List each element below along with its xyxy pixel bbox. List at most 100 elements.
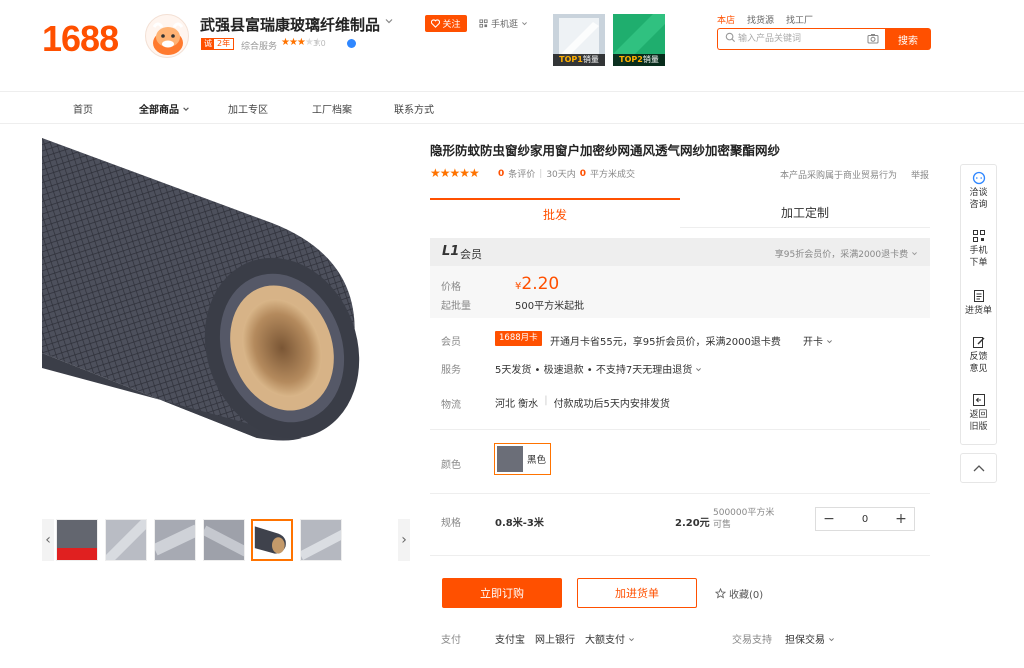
search-box [717,28,885,50]
qrcode-icon [972,230,985,242]
price-value: ¥2.20 [515,274,560,294]
shop-nav: 首页 全部商品 加工专区 工厂档案 联系方式 [0,91,1024,124]
qrcode-icon [479,19,488,28]
chevron-down-icon [183,107,190,111]
search-tab-factory[interactable]: 找工厂 [786,13,813,26]
chevron-down-icon [829,638,835,642]
search-icon [725,32,736,43]
thumb-prev-arrow[interactable]: ‹ [42,519,54,561]
sold-count: 0 [579,168,587,179]
thumbnail-5[interactable] [251,519,293,561]
sidebar-mobile-order[interactable]: 手机 下单 [961,229,996,269]
thumbnail-1[interactable] [56,519,98,561]
chevron-down-icon [522,22,527,26]
nav-contact[interactable]: 联系方式 [394,101,434,116]
nav-factory-profile[interactable]: 工厂档案 [312,101,352,116]
rating-value: 3.0 [313,39,326,48]
shop-avatar[interactable] [145,14,189,58]
sidebar-consult[interactable]: 洽谈 咨询 [961,171,996,211]
top-product-2[interactable]: TOP2销量 [613,14,665,66]
tab-custom-processing[interactable]: 加工定制 [680,198,930,228]
chevron-down-icon [629,638,635,642]
add-to-cart-button[interactable]: 加进货单 [577,578,697,608]
logistics-divider: | [544,395,548,406]
back-to-top-button[interactable] [960,453,997,483]
logistics-label: 物流 [441,400,461,411]
decrement-button[interactable]: − [816,511,842,527]
member-price-bar: L1 会员 享95折会员价，采满2000退卡费 [430,238,930,266]
thumbnail-image [301,520,341,560]
color-option-black[interactable]: 黑色 [494,443,551,475]
favorite-label: 收藏(0) [729,590,764,601]
search-button[interactable]: 搜索 [885,28,931,50]
shop-year-badge: 诚 2年 [201,38,235,50]
favorite-button[interactable]: 收藏(0) [715,586,763,601]
thumbnail-4[interactable] [203,519,245,561]
chevron-up-icon [973,465,984,472]
pay-large-amount-label: 大额支付 [585,635,625,646]
tab-wholesale[interactable]: 批发 [430,198,680,228]
search-tab-source[interactable]: 找货源 [747,13,774,26]
nav-all-products-label: 全部商品 [139,105,179,116]
quantity-stepper: − 0 + [815,507,915,531]
top-product-1[interactable]: TOP1销量 [553,14,605,66]
pay-large-amount[interactable]: 大额支付 [585,631,635,646]
spec-price: 2.20元 [675,518,710,529]
thumbnail-6[interactable] [300,519,342,561]
search-tab-shop[interactable]: 本店 [717,13,735,26]
trade-support-value[interactable]: 担保交易 [785,631,835,646]
moq-label: 起批量 [441,301,471,312]
open-card-button[interactable]: 开卡 [803,333,833,348]
purchase-note: 本产品采购属于商业贸易行为 [780,171,898,181]
period-label: 30天内 [546,170,576,180]
sidebar-feedback[interactable]: 反馈 意见 [961,335,996,375]
thumb-next-arrow[interactable]: › [398,519,410,561]
pay-alipay: 支付宝 [495,635,525,646]
member-offer-text: 开通月卡省55元，享95折会员价，采满2000退卡费 [550,337,781,348]
trade-support-label: 交易支持 [732,635,772,646]
sidebar-old-version[interactable]: 返回 旧版 [961,393,996,433]
nav-all-products[interactable]: 全部商品 [139,101,190,116]
logistics-origin: 河北 衡水 [495,399,539,410]
main-product-image[interactable] [42,138,412,508]
sold-label: 平方米成交 [590,170,636,180]
search-input[interactable] [738,31,868,47]
sidebar-old-version-label: 返回 旧版 [969,410,988,432]
member-discount-note[interactable]: 享95折会员价，采满2000退卡费 [775,247,918,260]
product-stats: 0 条评价 | 30天内 0 平方米成交 [498,167,636,181]
logistics-note: 付款成功后5天内安排发货 [553,399,670,410]
thumbnail-image [253,521,291,559]
divider [430,493,930,494]
shop-name[interactable]: 武强县富瑞康玻璃纤维制品 [200,14,380,35]
chevron-down-icon[interactable] [384,16,394,29]
stock-info: 500000平方米 可售 [713,507,774,531]
phone-shop-link[interactable]: 手机逛 [479,17,528,30]
trade-support-text: 担保交易 [785,635,825,646]
nav-processing[interactable]: 加工专区 [228,101,268,116]
chevron-down-icon [827,340,833,344]
thumbnail-2[interactable] [105,519,147,561]
monthly-card-badge: 1688月卡 [495,331,542,346]
divider [430,555,930,556]
color-swatch [497,446,523,472]
stats-divider: | [539,168,543,179]
star-outline-icon [715,588,726,599]
top-product-1-caption: TOP1销量 [553,54,605,66]
review-label[interactable]: 条评价 [508,167,535,180]
service-info[interactable]: 5天发货 • 极速退款 • 不支持7天无理由退货 [495,361,702,376]
year-badge-icon: 诚 [202,39,214,49]
site-logo[interactable]: 1688 [42,18,119,60]
thumbnail-3[interactable] [154,519,196,561]
report-link[interactable]: 举报 [911,168,929,181]
camera-icon[interactable] [867,33,879,44]
buy-now-button[interactable]: 立即订购 [442,578,562,608]
service-label: 服务 [441,365,461,376]
sidebar-cart[interactable]: 进货单 [961,289,996,317]
list-icon [973,290,984,302]
increment-button[interactable]: + [888,511,914,527]
divider [430,429,930,430]
edit-icon [972,337,984,348]
quantity-value[interactable]: 0 [842,514,888,525]
follow-button[interactable]: 关注 [425,15,467,32]
nav-home[interactable]: 首页 [73,101,93,116]
